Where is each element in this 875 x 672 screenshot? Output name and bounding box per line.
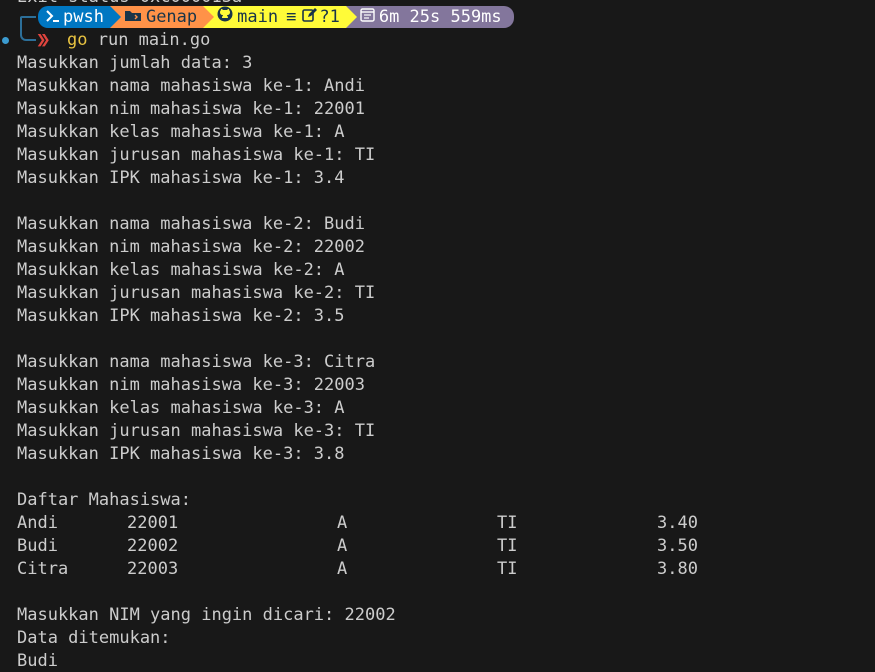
output-line: Data ditemukan:	[17, 628, 171, 648]
output-line: Masukkan IPK mahasiswa ke-1: 3.4	[17, 168, 345, 188]
table-cell-ipk: 3.40	[657, 513, 698, 533]
table-cell-nim: 22002	[127, 536, 179, 556]
prompt-connector	[20, 17, 36, 41]
output-line: Masukkan nim mahasiswa ke-3: 22003	[17, 375, 365, 395]
prompt-bar: pwsh Genap main ≡ ?1 6m 25s 559ms	[38, 6, 514, 28]
terminal-icon	[46, 6, 59, 28]
table-cell-name: Budi	[17, 536, 58, 556]
folder-icon	[124, 6, 142, 28]
output-line: Budi	[17, 651, 58, 671]
output-line: Masukkan NIM yang ingin dicari: 22002	[17, 605, 396, 625]
output-line: Masukkan nama mahasiswa ke-2: Budi	[17, 214, 365, 234]
output-line: Masukkan IPK mahasiswa ke-3: 3.8	[17, 444, 345, 464]
output-line: Masukkan nama mahasiswa ke-1: Andi	[17, 76, 365, 96]
table-cell-nim: 22001	[127, 513, 179, 533]
prompt-time-segment: 6m 25s 559ms	[345, 6, 514, 28]
table-cell-jurusan: TI	[497, 513, 518, 533]
output-line: Masukkan jurusan mahasiswa ke-3: TI	[17, 421, 376, 441]
table-cell-name: Andi	[17, 513, 58, 533]
prompt-git-equal: ≡	[286, 7, 297, 27]
prompt-shell-name: pwsh	[63, 7, 104, 27]
github-icon	[217, 6, 233, 28]
command-status-dot	[2, 37, 9, 44]
output-line: Masukkan kelas mahasiswa ke-1: A	[17, 122, 345, 142]
command-line: go run main.go	[67, 29, 210, 52]
prompt-folder-name: Genap	[145, 7, 198, 27]
prompt-git-segment: main ≡ ?1	[203, 6, 357, 28]
prompt-shell-segment: pwsh	[38, 6, 121, 28]
prompt-path-segment: Genap	[109, 6, 215, 28]
table-cell-kelas: A	[337, 513, 348, 533]
table-cell-name: Citra	[17, 559, 69, 579]
prompt-changes: ?1	[319, 7, 340, 27]
prompt-chevrons: ❯❯	[36, 30, 51, 50]
output-line: Masukkan nama mahasiswa ke-3: Citra	[17, 352, 376, 372]
table-cell-ipk: 3.50	[657, 536, 698, 556]
output-line: Daftar Mahasiswa:	[17, 490, 191, 510]
terminal-window[interactable]: Exit status 0xc000013a pwsh Genap main ≡	[0, 0, 875, 672]
table-cell-nim: 22003	[127, 559, 179, 579]
output-line: Masukkan jurusan mahasiswa ke-1: TI	[17, 145, 376, 165]
output-line: Masukkan jumlah data: 3	[17, 53, 253, 73]
output-line: Masukkan nim mahasiswa ke-2: 22002	[17, 237, 365, 257]
command-name: go	[67, 30, 88, 50]
output-line: Masukkan kelas mahasiswa ke-3: A	[17, 398, 345, 418]
output-line: Masukkan nim mahasiswa ke-1: 22001	[17, 99, 365, 119]
table-cell-ipk: 3.80	[657, 559, 698, 579]
output-line: Masukkan jurusan mahasiswa ke-2: TI	[17, 283, 376, 303]
table-cell-jurusan: TI	[497, 559, 518, 579]
command-args: run main.go	[87, 30, 211, 50]
prompt-branch-name: main	[237, 7, 279, 27]
prompt-duration: 6m 25s 559ms	[378, 7, 502, 27]
output-line: Masukkan kelas mahasiswa ke-2: A	[17, 260, 345, 280]
stopwatch-icon	[360, 6, 375, 28]
table-cell-jurusan: TI	[497, 536, 518, 556]
table-cell-kelas: A	[337, 559, 348, 579]
table-cell-kelas: A	[337, 536, 348, 556]
edit-icon	[302, 6, 318, 28]
output-line: Masukkan IPK mahasiswa ke-2: 3.5	[17, 306, 345, 326]
